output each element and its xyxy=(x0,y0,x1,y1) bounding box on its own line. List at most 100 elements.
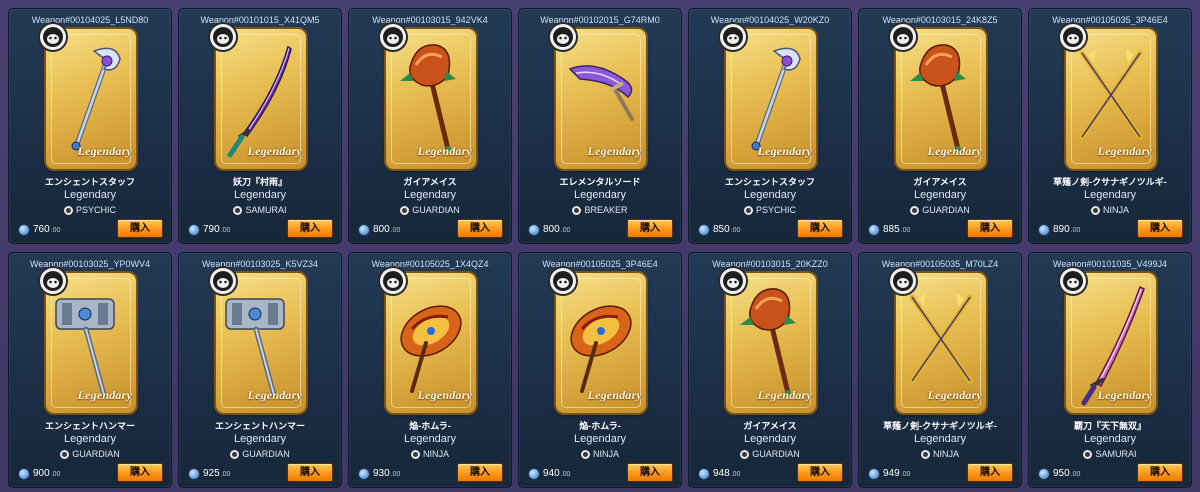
class-icon xyxy=(60,449,70,459)
weapon-name: エンシェントスタッフ xyxy=(724,177,815,187)
weapon-name: ガイアメイス xyxy=(403,177,457,187)
weapon-name: 焔-ホムラ- xyxy=(409,421,451,431)
buy-button[interactable]: 購入 xyxy=(1137,463,1183,482)
weapon-card-art[interactable]: Legendary xyxy=(40,24,136,169)
weapon-card[interactable]: Weapon#00101015_X41QM5 Legendary 妖刀『村雨』 … xyxy=(178,8,342,244)
class-label: NINJA xyxy=(422,449,449,459)
price-value: 900.00 xyxy=(33,468,61,479)
buy-button[interactable]: 購入 xyxy=(967,219,1013,238)
price-value: 850.00 xyxy=(713,224,741,235)
weapon-card[interactable]: Weapon#00105035_3P46E4 Legendary 草薙ノ剣-クサ… xyxy=(1028,8,1192,244)
buy-button[interactable]: 購入 xyxy=(287,219,333,238)
coin-icon xyxy=(699,224,709,235)
coin-icon xyxy=(529,468,539,479)
class-icon xyxy=(230,449,240,459)
weapon-card-art[interactable]: Legendary xyxy=(40,268,136,413)
rarity-tag: Legendary xyxy=(757,144,812,158)
coin-icon xyxy=(869,224,879,235)
weapon-card-art[interactable]: Legendary xyxy=(1060,268,1156,413)
weapon-card[interactable]: Weapon#00104025_L5ND80 Legendary エンシェントス… xyxy=(8,8,172,244)
buy-button[interactable]: 購入 xyxy=(627,463,673,482)
weapon-card[interactable]: Weapon#00103025_K5VZ34 Legendary エンシェントハ… xyxy=(178,252,342,488)
weapon-rarity: Legendary xyxy=(914,433,966,445)
weapon-name: 草薙ノ剣-クサナギノツルギ- xyxy=(1053,177,1167,187)
class-label: SAMURAI xyxy=(245,205,287,215)
weapon-card[interactable]: Weapon#00102015_G74RM0 Legendary エレメンタルソ… xyxy=(518,8,682,244)
coin-icon xyxy=(699,468,709,479)
class-icon xyxy=(572,205,582,215)
class-icon xyxy=(910,205,920,215)
buy-button[interactable]: 購入 xyxy=(117,219,163,238)
weapon-class: SAMURAI xyxy=(1029,449,1191,459)
class-label: GUARDIAN xyxy=(412,205,460,215)
class-label: NINJA xyxy=(1102,205,1129,215)
weapon-card[interactable]: Weapon#00104025_W20KZ0 Legendary エンシェントス… xyxy=(688,8,852,244)
weapon-rarity: Legendary xyxy=(1084,189,1136,201)
class-label: GUARDIAN xyxy=(752,449,800,459)
buy-button[interactable]: 購入 xyxy=(797,463,843,482)
price-value: 800.00 xyxy=(373,224,401,235)
weapon-rarity: Legendary xyxy=(574,433,626,445)
weapon-card-art[interactable]: Legendary xyxy=(890,24,986,169)
buy-button[interactable]: 購入 xyxy=(797,219,843,238)
rarity-tag: Legendary xyxy=(77,144,132,158)
coin-icon xyxy=(359,224,369,235)
class-icon xyxy=(1083,449,1093,459)
weapon-card[interactable]: Weapon#00101035_V499J4 Legendary 覇刀『天下無双… xyxy=(1028,252,1192,488)
price-value: 885.00 xyxy=(883,224,911,235)
price: 900.00 xyxy=(19,468,60,479)
weapon-card[interactable]: Weapon#00105025_1X4QZ4 Legendary 焔-ホムラ- … xyxy=(348,252,512,488)
buy-button[interactable]: 購入 xyxy=(457,463,503,482)
class-label: BREAKER xyxy=(584,205,628,215)
coin-icon xyxy=(1039,224,1049,235)
weapon-market-grid: Weapon#00104025_L5ND80 Legendary エンシェントス… xyxy=(8,8,1192,488)
weapon-card[interactable]: Weapon#00103015_20KZZ0 Legendary ガイアメイス … xyxy=(688,252,852,488)
weapon-rarity: Legendary xyxy=(234,189,286,201)
rarity-tag: Legendary xyxy=(587,388,642,402)
weapon-card-art[interactable]: Legendary xyxy=(1060,24,1156,169)
weapon-card-art[interactable]: Legendary xyxy=(210,24,306,169)
buy-button[interactable]: 購入 xyxy=(287,463,333,482)
coin-icon xyxy=(1039,468,1049,479)
weapon-id: Weapon#00103015_942VK4 xyxy=(372,15,488,25)
weapon-card-art[interactable]: Legendary xyxy=(550,24,646,169)
weapon-card-art[interactable]: Legendary xyxy=(380,268,476,413)
buy-button[interactable]: 購入 xyxy=(967,463,1013,482)
buy-button[interactable]: 購入 xyxy=(1137,219,1183,238)
weapon-card[interactable]: Weapon#00105025_3P46E4 Legendary 焔-ホムラ- … xyxy=(518,252,682,488)
weapon-rarity: Legendary xyxy=(1084,433,1136,445)
price-value: 760.00 xyxy=(33,224,61,235)
class-label: SAMURAI xyxy=(1095,449,1137,459)
buy-button[interactable]: 購入 xyxy=(457,219,503,238)
weapon-card-art[interactable]: Legendary xyxy=(890,268,986,413)
weapon-card[interactable]: Weapon#00103025_YP0WV4 Legendary エンシェントハ… xyxy=(8,252,172,488)
weapon-class: GUARDIAN xyxy=(179,449,341,459)
weapon-card-art[interactable]: Legendary xyxy=(210,268,306,413)
weapon-id: Weapon#00103025_YP0WV4 xyxy=(30,259,150,269)
price: 925.00 xyxy=(189,468,230,479)
weapon-class: NINJA xyxy=(1029,205,1191,215)
weapon-card-art[interactable]: Legendary xyxy=(550,268,646,413)
price: 760.00 xyxy=(19,224,60,235)
weapon-card[interactable]: Weapon#00103015_24K8Z5 Legendary ガイアメイス … xyxy=(858,8,1022,244)
rarity-tag: Legendary xyxy=(927,388,982,402)
weapon-card-art[interactable]: Legendary xyxy=(380,24,476,169)
weapon-id: Weapon#00104025_W20KZ0 xyxy=(710,15,830,25)
weapon-card-art[interactable]: Legendary xyxy=(720,24,816,169)
rarity-tag: Legendary xyxy=(1097,388,1152,402)
class-label: GUARDIAN xyxy=(72,449,120,459)
coin-icon xyxy=(19,468,29,479)
weapon-id: Weapon#00103015_24K8Z5 xyxy=(882,15,998,25)
weapon-card[interactable]: Weapon#00105035_M70LZ4 Legendary 草薙ノ剣-クサ… xyxy=(858,252,1022,488)
buy-button[interactable]: 購入 xyxy=(627,219,673,238)
weapon-id: Weapon#00104025_L5ND80 xyxy=(31,15,149,25)
weapon-class: NINJA xyxy=(349,449,511,459)
class-icon xyxy=(743,205,753,215)
weapon-card-art[interactable]: Legendary xyxy=(720,268,816,413)
weapon-name: 草薙ノ剣-クサナギノツルギ- xyxy=(883,421,997,431)
class-label: NINJA xyxy=(932,449,959,459)
rarity-tag: Legendary xyxy=(417,388,472,402)
buy-button[interactable]: 購入 xyxy=(117,463,163,482)
price: 950.00 xyxy=(1039,468,1080,479)
weapon-card[interactable]: Weapon#00103015_942VK4 Legendary ガイアメイス … xyxy=(348,8,512,244)
